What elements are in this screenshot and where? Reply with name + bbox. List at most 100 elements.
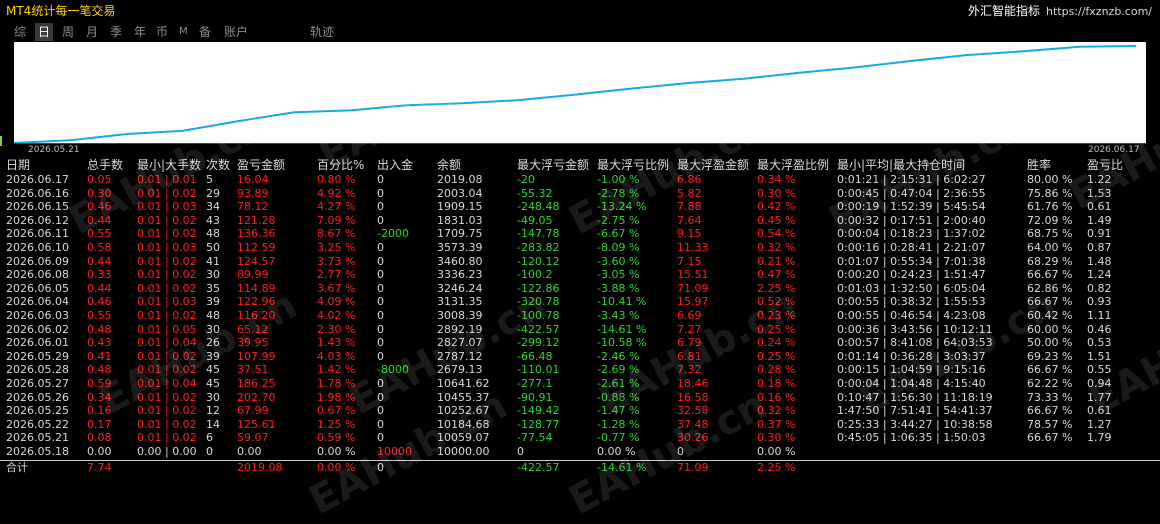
- table-cell: -1.47 %: [597, 404, 640, 418]
- table-cell: 1.51: [1087, 349, 1112, 363]
- table-cell: 39: [206, 295, 220, 309]
- table-cell: 3460.80: [437, 254, 483, 268]
- table-cell: 2.30 %: [317, 322, 356, 336]
- tab-5[interactable]: 年: [134, 23, 146, 41]
- table-cell: -77.54: [517, 431, 553, 445]
- table-cell: 0.82: [1087, 281, 1112, 295]
- table-cell: -3.43 %: [597, 309, 640, 322]
- table-cell: 0.48: [87, 363, 112, 377]
- table-cell: 2026.06.05: [6, 281, 69, 295]
- table-cell: 69.23 %: [1027, 349, 1073, 363]
- table-cell: 0.61: [1087, 404, 1112, 418]
- table-cell: 9.15: [677, 227, 702, 241]
- table-cell: 30: [206, 390, 220, 404]
- table-cell: 0.59 %: [317, 431, 356, 445]
- table-cell: 1.49: [1087, 213, 1112, 227]
- table-cell: 0: [206, 445, 213, 458]
- brand-url[interactable]: https://fxznzb.com/: [1046, 5, 1152, 18]
- table-cell: 0: [517, 445, 524, 458]
- table-cell: 0.01 | 0.02: [137, 281, 197, 295]
- table-cell: 4.09 %: [317, 295, 356, 309]
- tab-4[interactable]: 季: [110, 23, 122, 41]
- table-cell: 0.16 %: [757, 390, 796, 404]
- table-cell: 0.67 %: [317, 404, 356, 418]
- table-cell: -422.57: [517, 460, 560, 474]
- table-cell: 0.00: [87, 445, 112, 458]
- tab-8[interactable]: 备: [199, 23, 211, 41]
- table-cell: 0.34 %: [757, 173, 796, 186]
- table-row: 2026.06.17 0.05 0.01 | 0.01 5 16.04 0.80 % 0 20…: [0, 173, 1160, 187]
- table-row: 2026.05.29 0.41 0.01 | 0.02 39 107.99 4.03 % 0…: [0, 350, 1160, 364]
- table-cell: 7.32: [677, 363, 702, 377]
- table-cell: 7.09 %: [317, 213, 356, 227]
- table-cell: -2.78 %: [597, 186, 640, 200]
- table-cell: 0: [377, 173, 384, 186]
- table-cell: 125.61: [237, 417, 276, 431]
- table-cell: 121.28: [237, 213, 276, 227]
- table-cell: 11.33: [677, 241, 709, 254]
- column-header: 最小|平均|最大持仓时间: [837, 158, 966, 172]
- table-cell: 73.33 %: [1027, 390, 1073, 404]
- tab-1[interactable]: 日: [35, 23, 54, 41]
- tab-0[interactable]: 综: [14, 23, 26, 41]
- table-cell: 4.03 %: [317, 349, 356, 363]
- table-cell: 67.99: [237, 404, 269, 418]
- column-header: 最大浮亏比例: [597, 158, 670, 172]
- table-cell: 37.48: [677, 417, 709, 431]
- tab-3[interactable]: 月: [86, 23, 98, 41]
- table-cell: -100.78: [517, 309, 560, 322]
- app-title: MT4统计每一笔交易: [6, 4, 116, 18]
- table-cell: 2026.05.18: [6, 445, 69, 458]
- table-cell: 35: [206, 281, 220, 295]
- table-cell: -422.57: [517, 322, 560, 336]
- table-cell: 0.48: [87, 322, 112, 336]
- table-cell: 0.28 %: [757, 363, 796, 377]
- table-cell: 0.01 | 0.02: [137, 268, 197, 282]
- side-marker: [0, 136, 2, 146]
- table-cell: 2787.12: [437, 349, 483, 363]
- table-cell: 0: [377, 377, 384, 390]
- table-cell: 2026.06.02: [6, 322, 69, 336]
- table-cell: 0:01:03 | 1:32:50 | 6:05:04: [837, 281, 986, 295]
- table-cell: 202.70: [237, 390, 276, 404]
- table-cell: 0.01 | 0.02: [137, 431, 197, 445]
- table-cell: 2679.13: [437, 363, 483, 377]
- table-cell: 0.44: [87, 281, 112, 295]
- table-row: 2026.06.05 0.44 0.01 | 0.02 35 114.89 3.67 % 0…: [0, 282, 1160, 296]
- table-cell: 1.53: [1087, 186, 1112, 200]
- table-cell: 10059.07: [437, 431, 490, 445]
- table-cell: 18.46: [677, 377, 709, 390]
- table-cell: 0.93: [1087, 295, 1112, 309]
- table-cell: 186.25: [237, 377, 276, 390]
- brand-name: 外汇智能指标: [967, 4, 1040, 18]
- table-cell: 72.09 %: [1027, 213, 1073, 227]
- table-row: 2026.05.22 0.17 0.01 | 0.02 14 125.61 1.25 % 0…: [0, 418, 1160, 432]
- table-cell: 6.79: [677, 336, 702, 350]
- table-cell: 0.25 %: [757, 349, 796, 363]
- x-axis-start-label: 2026.05.21: [28, 145, 80, 155]
- tab-9[interactable]: 账户: [224, 23, 248, 41]
- tab-6[interactable]: 币: [156, 23, 168, 41]
- table-cell: -147.78: [517, 227, 560, 241]
- table-cell: 66.67 %: [1027, 295, 1073, 309]
- table-cell: 0:00:19 | 1:52:39 | 5:45:54: [837, 200, 986, 214]
- tab-2[interactable]: 周: [62, 23, 74, 41]
- table-cell: 30.26: [677, 431, 709, 445]
- table-cell: 0.30 %: [757, 186, 796, 200]
- table-cell: 0: [377, 186, 384, 200]
- tab-10[interactable]: 轨迹: [310, 23, 334, 41]
- table-cell: 5.82: [677, 186, 702, 200]
- column-header: 盈亏比: [1087, 158, 1124, 172]
- table-cell: 2026.05.28: [6, 363, 69, 377]
- table-cell: -149.42: [517, 404, 560, 418]
- table-cell: -1.00 %: [597, 173, 640, 186]
- brand-link[interactable]: 外汇智能指标 https://fxznzb.com/: [968, 3, 1152, 19]
- column-header: 出入金: [377, 158, 414, 172]
- table-cell: 78.57 %: [1027, 417, 1073, 431]
- table-cell: 6.86: [677, 173, 702, 186]
- table-cell: 6.69: [677, 309, 702, 322]
- table-cell: 0.01 | 0.02: [137, 186, 197, 200]
- table-cell: 0:00:16 | 0:28:41 | 2:21:07: [837, 241, 986, 254]
- tab-7[interactable]: M: [179, 23, 188, 41]
- table-cell: 0.00 | 0.00: [137, 445, 197, 458]
